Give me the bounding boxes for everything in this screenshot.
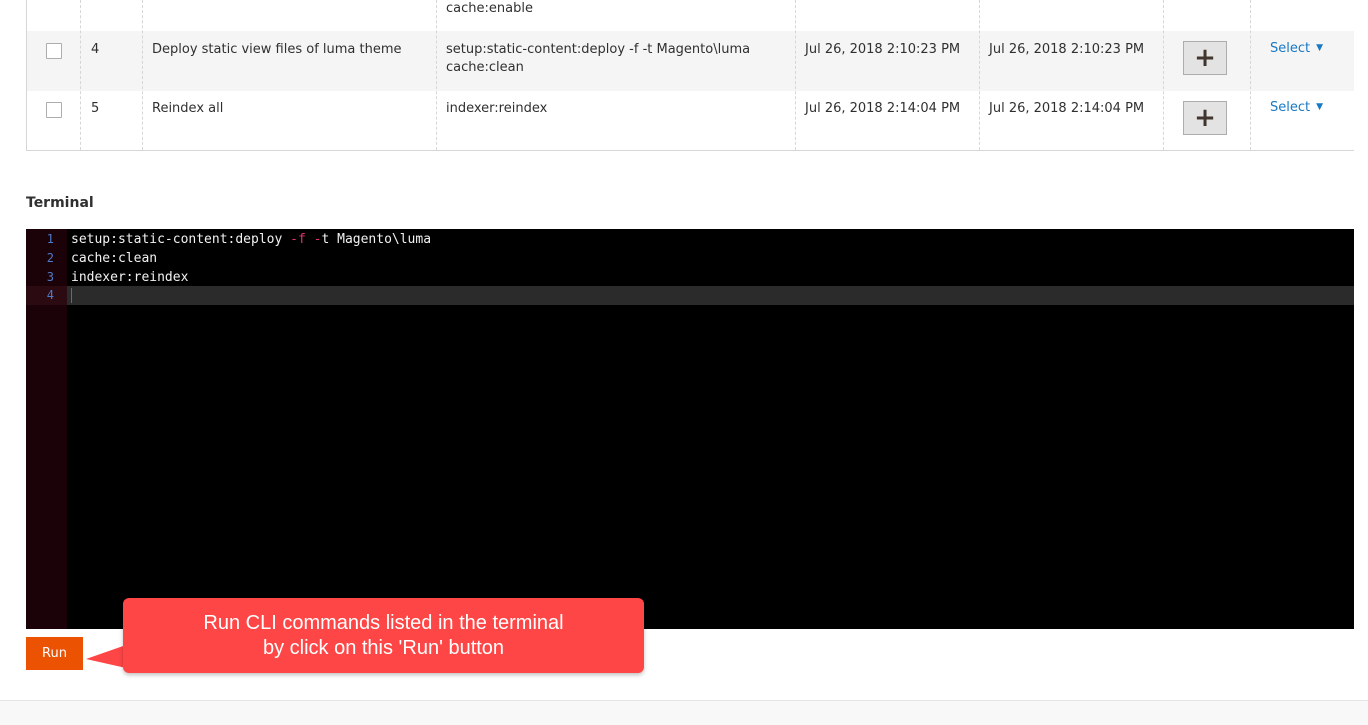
row-checkbox[interactable]	[46, 43, 62, 59]
line-number: 2	[46, 251, 54, 265]
column-divider	[436, 0, 437, 150]
column-divider	[795, 0, 796, 150]
updated-at-cell: Jul 26, 2018 2:10:23 PM	[989, 42, 1145, 57]
caret-down-icon: ▼	[1316, 102, 1324, 112]
column-divider	[142, 0, 143, 150]
command-cell-line1: setup:static-content:deploy -f -t Magent…	[446, 42, 751, 57]
plus-icon: +	[1194, 43, 1216, 73]
code-line-3: indexer:reindex	[71, 270, 189, 285]
table-row[interactable]: 5 Reindex all indexer:reindex Jul 26, 20…	[27, 91, 1354, 150]
code-token: setup:static-content:deploy	[71, 232, 291, 247]
command-cell-line2: cache:clean	[446, 60, 524, 75]
select-label: Select	[1270, 100, 1311, 115]
action-select-dropdown[interactable]: Select ▼	[1270, 100, 1323, 115]
code-flag-token: -f	[290, 232, 306, 247]
title-cell: Deploy static view files of luma theme	[152, 42, 402, 57]
code-line-1: setup:static-content:deploy -f -t Magent…	[71, 230, 431, 249]
action-select-dropdown[interactable]: Select ▼	[1270, 41, 1323, 56]
text-cursor	[71, 288, 72, 303]
title-cell: Reindex all	[152, 101, 224, 116]
code-token: t Magento\luma	[321, 232, 432, 247]
line-number: 4	[46, 288, 54, 302]
commands-grid: cache:enable 4 Deploy static view files …	[26, 0, 1354, 151]
row-checkbox[interactable]	[46, 102, 62, 118]
command-cell-line1: indexer:reindex	[446, 101, 548, 116]
table-row-partial: cache:enable	[27, 0, 1354, 31]
callout-line-1: Run CLI commands listed in the terminal	[203, 611, 564, 634]
created-at-cell: Jul 26, 2018 2:10:23 PM	[805, 42, 961, 57]
code-line-2: cache:clean	[71, 251, 158, 266]
callout-line-2: by click on this 'Run' button	[262, 636, 505, 659]
terminal-heading: Terminal	[26, 195, 94, 211]
add-to-terminal-button[interactable]: +	[1183, 101, 1227, 135]
id-cell: 5	[91, 101, 100, 116]
column-divider	[1163, 0, 1164, 150]
updated-at-cell: Jul 26, 2018 2:14:04 PM	[989, 101, 1145, 116]
caret-down-icon: ▼	[1316, 43, 1324, 53]
instruction-callout: Run CLI commands listed in the terminal …	[123, 598, 644, 673]
command-cell: cache:enable	[446, 1, 533, 16]
active-line-highlight	[67, 286, 1354, 305]
plus-icon: +	[1194, 103, 1216, 133]
column-divider	[979, 0, 980, 150]
page-footer	[0, 700, 1368, 725]
column-divider	[80, 0, 81, 150]
select-label: Select	[1270, 41, 1311, 56]
run-button[interactable]: Run	[26, 637, 83, 670]
line-number: 1	[46, 232, 54, 246]
line-number: 3	[46, 270, 54, 284]
add-to-terminal-button[interactable]: +	[1183, 41, 1227, 75]
table-row[interactable]: 4 Deploy static view files of luma theme…	[27, 31, 1354, 91]
terminal-editor[interactable]: 1 2 3 4 setup:static-content:deploy -f -…	[26, 229, 1354, 629]
created-at-cell: Jul 26, 2018 2:14:04 PM	[805, 101, 961, 116]
column-divider	[1250, 0, 1251, 150]
id-cell: 4	[91, 42, 100, 57]
